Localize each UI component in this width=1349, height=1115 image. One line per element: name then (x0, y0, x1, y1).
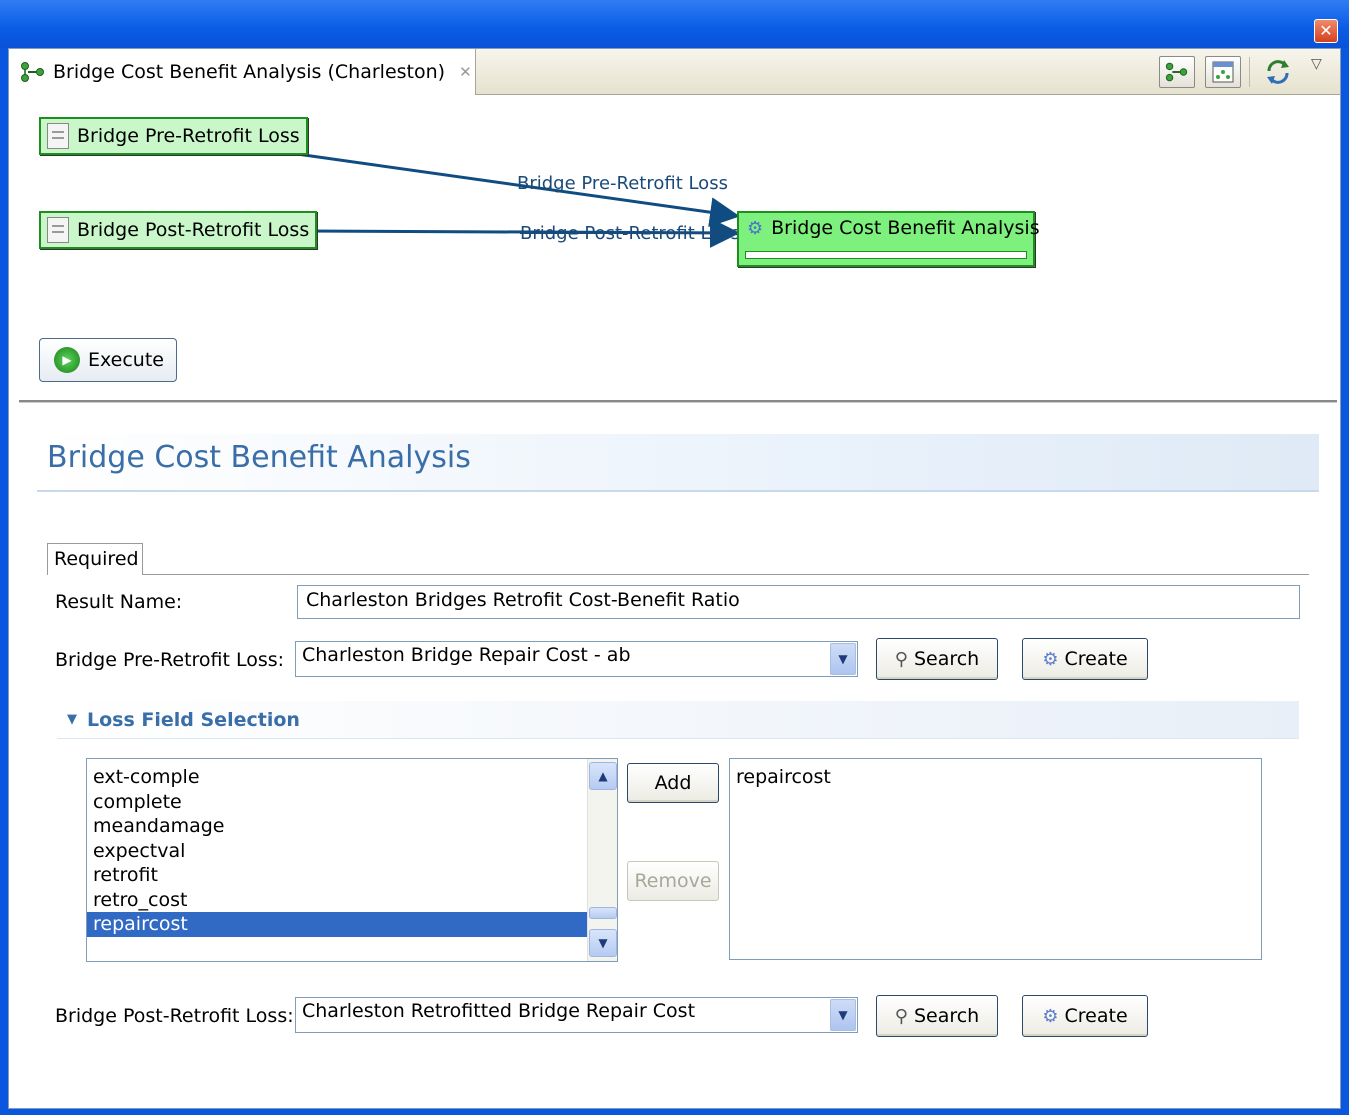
editor-panel: Bridge Cost Benefit Analysis (Charleston… (8, 48, 1341, 1109)
list-item[interactable]: retro_cost (87, 888, 617, 913)
window-titlebar: ✕ (0, 0, 1349, 48)
execute-label: Execute (88, 349, 164, 371)
loss-field-section-header[interactable]: ▼ Loss Field Selection (57, 701, 1299, 739)
window-close-button[interactable]: ✕ (1314, 19, 1338, 43)
tab-bridge-cost-benefit[interactable]: Bridge Cost Benefit Analysis (Charleston… (9, 49, 476, 95)
workflow-icon (21, 62, 44, 82)
edge-label-pre-loss: Bridge Pre-Retrofit Loss (517, 173, 728, 194)
workflow-view-icon (1165, 62, 1188, 82)
available-fields-scrollbar[interactable]: ▲ ▼ (587, 759, 617, 961)
gear-icon: ⚙ (1042, 648, 1059, 670)
list-item[interactable]: expectval (87, 839, 617, 864)
toolbar-separator (1249, 57, 1250, 87)
tab-close-icon[interactable]: ✕ (459, 63, 472, 81)
chevron-down-icon[interactable]: ▼ (830, 999, 856, 1031)
pre-loss-label: Bridge Pre-Retrofit Loss: (55, 649, 285, 671)
result-name-field[interactable]: Charleston Bridges Retrofit Cost-Benefit… (297, 585, 1300, 619)
pre-loss-search-button[interactable]: ⚲ Search (876, 638, 998, 680)
node-label: Bridge Post-Retrofit Loss (77, 219, 310, 241)
list-item[interactable]: repaircost (87, 912, 617, 937)
post-loss-create-button[interactable]: ⚙ Create (1022, 995, 1148, 1037)
result-name-label: Result Name: (55, 591, 183, 613)
node-bridge-cost-benefit-analysis[interactable]: ⚙ Bridge Cost Benefit Analysis (737, 211, 1040, 267)
post-loss-value: Charleston Retrofitted Bridge Repair Cos… (302, 1000, 696, 1022)
remove-label: Remove (634, 870, 712, 892)
search-icon: ⚲ (894, 648, 908, 670)
gear-icon: ⚙ (1042, 1005, 1059, 1027)
play-icon: ▶ (54, 347, 80, 373)
chosen-fields-list[interactable]: repaircost (729, 758, 1262, 960)
refresh-icon[interactable] (1263, 57, 1293, 93)
layout-view-button[interactable] (1205, 56, 1241, 88)
remove-button[interactable]: Remove (627, 861, 719, 901)
scroll-down-icon[interactable]: ▼ (589, 929, 617, 957)
tab-title: Bridge Cost Benefit Analysis (Charleston… (53, 61, 446, 83)
editor-tabbar: Bridge Cost Benefit Analysis (Charleston… (9, 49, 1340, 95)
edge-label-post-loss: Bridge Post-Retrofit Loss (520, 223, 740, 244)
list-item[interactable]: repaircost (730, 765, 1261, 790)
view-menu-icon[interactable]: ▽ (1311, 56, 1322, 72)
add-label: Add (654, 772, 692, 794)
search-label: Search (913, 1005, 980, 1027)
node-progress-bar (745, 251, 1027, 259)
node-label: Bridge Cost Benefit Analysis (771, 217, 1040, 239)
available-fields-list[interactable]: ext-comple complete meandamage expectval ret… (86, 758, 618, 962)
list-item[interactable]: complete (87, 790, 617, 815)
list-item[interactable]: meandamage (87, 814, 617, 839)
post-loss-search-button[interactable]: ⚲ Search (876, 995, 998, 1037)
search-label: Search (913, 648, 980, 670)
section-title: Loss Field Selection (87, 708, 300, 731)
form-header: Bridge Cost Benefit Analysis (37, 434, 1319, 492)
node-label: Bridge Pre-Retrofit Loss (77, 125, 300, 147)
pane-splitter[interactable] (19, 400, 1337, 403)
application-window: ✕ Bridge Cost Benefit Analysis (Charlest… (0, 0, 1349, 1115)
layout-view-icon (1212, 61, 1234, 83)
scroll-thumb[interactable] (589, 907, 617, 919)
node-bridge-pre-retrofit-loss[interactable]: Bridge Pre-Retrofit Loss (39, 117, 308, 155)
pre-loss-create-button[interactable]: ⚙ Create (1022, 638, 1148, 680)
post-loss-label: Bridge Post-Retrofit Loss: (55, 1005, 294, 1027)
tab-divider (143, 574, 1309, 575)
list-item[interactable]: retrofit (87, 863, 617, 888)
gear-icon: ⚙ (747, 217, 764, 239)
dataset-icon (47, 123, 69, 149)
node-bridge-post-retrofit-loss[interactable]: Bridge Post-Retrofit Loss (39, 211, 318, 249)
tab-required[interactable]: Required (47, 543, 143, 575)
caret-down-icon: ▼ (67, 712, 77, 727)
search-icon: ⚲ (894, 1005, 908, 1027)
execute-button[interactable]: ▶ Execute (39, 338, 177, 382)
create-label: Create (1064, 1005, 1128, 1027)
dataset-icon (47, 217, 69, 243)
chevron-down-icon[interactable]: ▼ (830, 643, 856, 675)
workflow-view-button[interactable] (1159, 56, 1195, 88)
pre-loss-dropdown[interactable]: Charleston Bridge Repair Cost - ab ▼ (295, 641, 858, 677)
list-item[interactable]: ext-comple (87, 765, 617, 790)
form-title: Bridge Cost Benefit Analysis (47, 440, 471, 475)
scroll-up-icon[interactable]: ▲ (589, 762, 617, 790)
pre-loss-value: Charleston Bridge Repair Cost - ab (302, 644, 631, 666)
post-loss-dropdown[interactable]: Charleston Retrofitted Bridge Repair Cos… (295, 997, 858, 1033)
create-label: Create (1064, 648, 1128, 670)
add-button[interactable]: Add (627, 763, 719, 803)
